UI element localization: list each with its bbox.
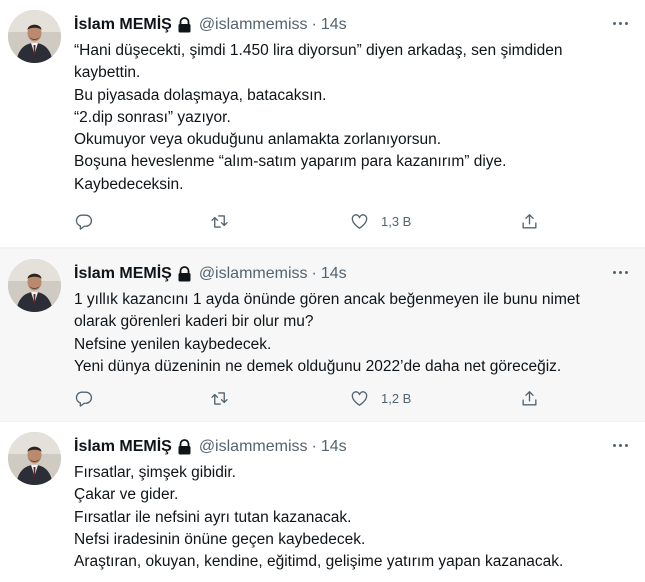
tweet-header: İslam MEMİŞ @islammemiss · 14s [74, 436, 347, 458]
retweet-icon [211, 214, 228, 228]
author-name[interactable]: İslam MEMİŞ [74, 265, 172, 283]
author-handle[interactable]: @islammemiss [199, 438, 308, 456]
tweet-line: Araştıran, okuyan, kendine, eğitimd, gel… [74, 553, 564, 571]
author-name[interactable]: İslam MEMİŞ [74, 16, 172, 34]
tweet-line: Fırsatlar ile nefsini ayrı tutan kazanac… [74, 508, 352, 526]
author-handle[interactable]: @islammemiss [199, 16, 308, 34]
tweet-line: Fırsatlar, şimşek gibidir. [74, 464, 236, 481]
reply-icon [75, 213, 93, 230]
timestamp[interactable]: 14s [321, 438, 347, 456]
tweet-line: olarak görenleri kaderi bir olur mu? [74, 313, 314, 331]
tweet-text: 1 yıllık kazancını 1 ayda önünde gören a… [74, 289, 634, 378]
more-icon[interactable] [609, 436, 631, 454]
reply-button[interactable] [74, 209, 93, 233]
tweet-line: Nefsi iradesinin önüne geçen kaybedecek. [74, 530, 366, 548]
tweet-line: Nefsine yenilen kaybedecek. [74, 335, 272, 353]
tweet-header: İslam MEMİŞ @islammemiss · 14s [74, 14, 347, 36]
lock-icon [177, 266, 192, 282]
tweet-text: Fırsatlar, şimşek gibidir. Çakar ve gide… [74, 462, 634, 573]
like-button[interactable]: 1,3 B [350, 209, 411, 233]
share-button[interactable] [520, 386, 539, 410]
avatar[interactable] [8, 259, 61, 312]
tweet-line: Boşuna heveslenme “alım-satım yaparım pa… [74, 153, 507, 171]
separator-dot: · [311, 438, 317, 455]
author-name[interactable]: İslam MEMİŞ [74, 438, 172, 456]
timestamp[interactable]: 14s [321, 16, 347, 34]
like-button[interactable]: 1,2 B [350, 386, 411, 410]
share-button[interactable] [520, 209, 539, 233]
retweet-button[interactable] [210, 209, 229, 233]
share-icon [522, 390, 537, 406]
tweet[interactable]: İslam MEMİŞ @islammemiss · 14s “Hani düş… [0, 0, 645, 248]
tweet[interactable]: İslam MEMİŞ @islammemiss · 14s Fırsatlar… [0, 422, 645, 582]
tweet[interactable]: İslam MEMİŞ @islammemiss · 14s 1 yıllık … [0, 248, 645, 422]
tweet-line: “Hani düşecekti, şimdi 1.450 lira diyors… [74, 42, 563, 59]
timestamp[interactable]: 14s [321, 265, 347, 283]
like-count: 1,3 B [381, 213, 412, 229]
tweet-line: Bu piyasada dolaşmaya, batacaksın. [74, 86, 327, 104]
like-icon [351, 213, 368, 229]
lock-icon [177, 17, 192, 33]
tweet-line: Yeni dünya düzeninin ne demek olduğunu 2… [74, 357, 562, 375]
separator-dot: · [311, 265, 317, 282]
reply-icon [75, 390, 93, 407]
reply-button[interactable] [74, 386, 93, 410]
separator-dot: · [311, 16, 317, 33]
more-icon[interactable] [609, 263, 631, 281]
like-count: 1,2 B [381, 390, 412, 406]
more-icon[interactable] [609, 14, 631, 32]
tweet-line: Çakar ve gider. [74, 486, 179, 504]
author-handle[interactable]: @islammemiss [199, 265, 308, 283]
tweet-feed: İslam MEMİŞ @islammemiss · 14s “Hani düş… [0, 0, 645, 582]
share-icon [522, 213, 537, 229]
like-icon [351, 390, 368, 406]
tweet-line: Okumuyor veya okuduğunu anlamakta zorlan… [74, 131, 442, 149]
tweet-line: Kaybedeceksin. [74, 175, 184, 193]
tweet-line: “2.dip sonrası” yazıyor. [74, 108, 231, 126]
avatar[interactable] [8, 432, 61, 485]
tweet-text: “Hani düşecekti, şimdi 1.450 lira diyors… [74, 40, 634, 196]
retweet-icon [211, 391, 228, 405]
tweet-line: kaybettin. [74, 64, 141, 82]
lock-icon [177, 439, 192, 455]
tweet-actions: 1,2 B [74, 386, 574, 410]
tweet-actions: 1,3 B [74, 209, 574, 233]
tweet-line: 1 yıllık kazancını 1 ayda önünde gören a… [74, 291, 580, 308]
tweet-header: İslam MEMİŞ @islammemiss · 14s [74, 263, 347, 285]
avatar[interactable] [8, 10, 61, 63]
retweet-button[interactable] [210, 386, 229, 410]
